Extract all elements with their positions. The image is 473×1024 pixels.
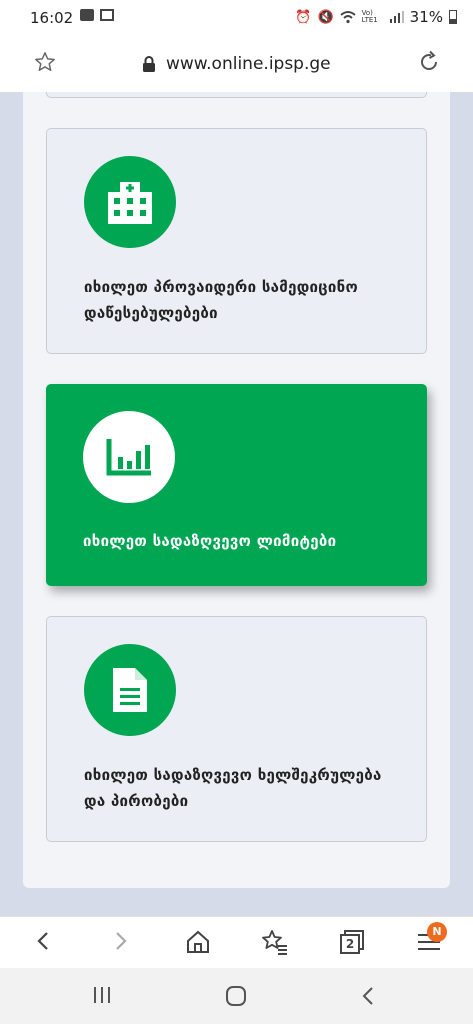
- wifi-icon: [340, 11, 356, 24]
- bookmarks-icon[interactable]: [262, 929, 288, 955]
- recent-apps-icon[interactable]: [93, 985, 111, 1005]
- image-notification-icon: [100, 9, 114, 21]
- limits-card[interactable]: იხილეთ სადაზღვევო ლიმიტები: [46, 384, 427, 586]
- mute-icon: 🔇: [317, 9, 334, 25]
- hospital-icon: [108, 182, 152, 224]
- home-system-icon[interactable]: [225, 985, 247, 1007]
- contract-card-label: იხილეთ სადაზღვევო ხელშეკრულება და პირობე…: [84, 766, 382, 810]
- providers-card-label: იხილეთ პროვაიდერი სამედიცინო დაწესებულებ…: [84, 278, 359, 322]
- signal-icon: [389, 11, 404, 23]
- previous-card-edge: [46, 92, 427, 98]
- message-notification-icon: [80, 9, 94, 21]
- status-bar: 16:02 ⏰ 🔇 Vo) LTE1 31%: [0, 0, 473, 36]
- home-icon[interactable]: [185, 929, 211, 955]
- document-icon: [113, 668, 147, 712]
- lte-indicator: Vo) LTE1: [361, 9, 378, 24]
- back-icon[interactable]: [32, 929, 56, 953]
- card-icon-circle: [84, 156, 176, 248]
- lock-icon: [143, 56, 155, 72]
- browser-url-bar: www.online.ipsp.ge: [0, 36, 473, 92]
- back-system-icon[interactable]: [360, 985, 376, 1007]
- limits-card-label: იხილეთ სადაზღვევო ლიმიტები: [83, 532, 337, 550]
- address-field[interactable]: www.online.ipsp.ge: [142, 54, 331, 74]
- cards-panel: იხილეთ პროვაიდერი სამედიცინო დაწესებულებ…: [23, 92, 450, 888]
- page-content: იხილეთ პროვაიდერი სამედიცინო დაწესებულებ…: [0, 92, 473, 916]
- system-navigation-bar: [0, 968, 473, 1024]
- bookmark-star-icon[interactable]: [34, 51, 56, 73]
- bar-chart-icon: [106, 439, 151, 476]
- url-text[interactable]: www.online.ipsp.ge: [166, 54, 331, 74]
- contract-card[interactable]: იხილეთ სადაზღვევო ხელშეკრულება და პირობე…: [46, 616, 427, 842]
- card-icon-circle: [83, 411, 175, 503]
- providers-card[interactable]: იხილეთ პროვაიდერი სამედიცინო დაწესებულებ…: [46, 128, 427, 354]
- battery-icon: [449, 10, 457, 24]
- card-icon-circle: [84, 644, 176, 736]
- reload-icon[interactable]: [417, 50, 441, 74]
- tabs-button[interactable]: 2: [339, 929, 365, 955]
- battery-percent: 31%: [409, 8, 443, 26]
- status-time: 16:02: [30, 9, 74, 27]
- alarm-icon: ⏰: [295, 9, 312, 25]
- browser-bottom-bar: 2 N: [0, 916, 473, 969]
- forward-icon[interactable]: [108, 929, 132, 953]
- menu-notification-badge: N: [427, 922, 447, 942]
- tab-count: 2: [345, 937, 355, 951]
